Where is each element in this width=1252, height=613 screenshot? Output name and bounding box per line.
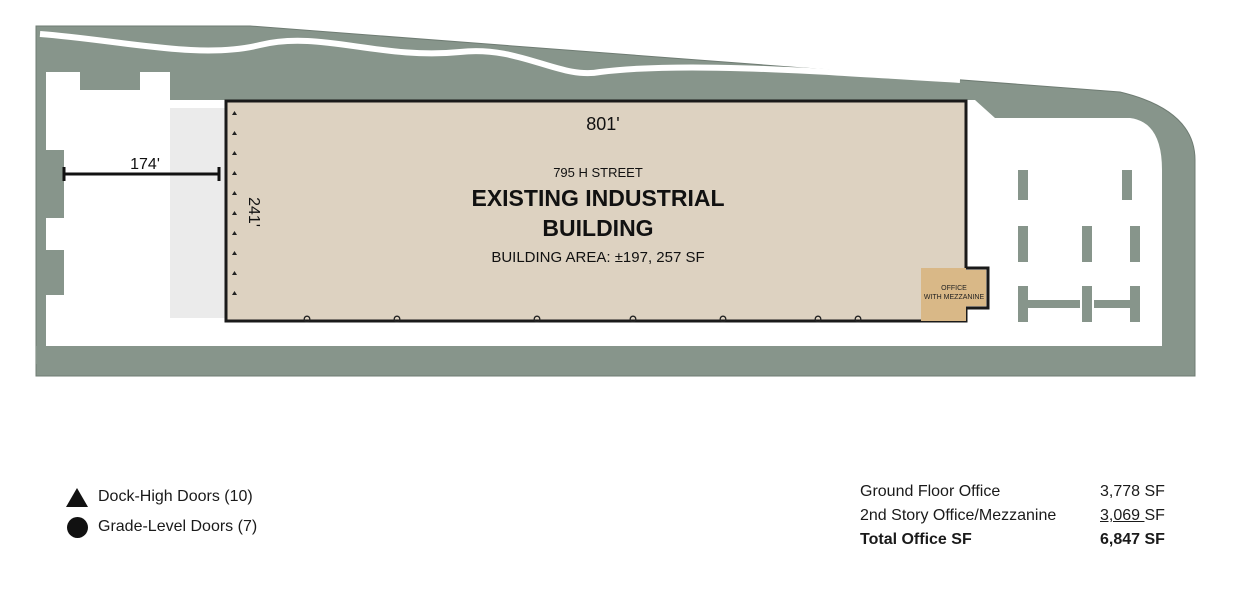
door-legend: Dock-High Doors (10) Grade-Level Doors (… (66, 482, 257, 542)
office-label-line1: OFFICE (941, 285, 967, 292)
building-title-line1: EXISTING INDUSTRIAL (471, 185, 724, 211)
table-row: 2nd Story Office/Mezzanine 3,069 SF (860, 504, 1165, 528)
office-label-line2: WITH MEZZANINE (924, 294, 985, 301)
site-plan: 174' 801' 241' 795 H STREET EXISTING IND… (35, 25, 1196, 377)
row-value: 3,069 SF (1100, 504, 1165, 528)
row-value-number: 3,069 (1100, 507, 1145, 524)
legend-item-grade-level: Grade-Level Doors (7) (66, 512, 257, 542)
row-label: 2nd Story Office/Mezzanine (860, 507, 1057, 524)
truck-apron (170, 108, 228, 318)
row-label: Total Office SF (860, 531, 972, 548)
building-area: BUILDING AREA: ±197, 257 SF (491, 249, 704, 266)
triangle-icon (66, 486, 88, 508)
row-value: 3,778 SF (1100, 483, 1165, 500)
table-row: Ground Floor Office 3,778 SF (860, 480, 1165, 504)
building-length-dimension: 801' (586, 114, 619, 134)
legend-item-dock-high: Dock-High Doors (10) (66, 482, 257, 512)
legend-label: Grade-Level Doors (7) (98, 518, 258, 535)
building-title-line2: BUILDING (542, 215, 653, 241)
table-row-total: Total Office SF 6,847 SF (860, 528, 1165, 552)
row-value: 6,847 SF (1100, 531, 1165, 548)
circle-icon (66, 516, 88, 538)
office-summary-table: Ground Floor Office 3,778 SF 2nd Story O… (860, 480, 1165, 552)
building-address: 795 H STREET (553, 165, 643, 180)
truck-court-dimension: 174' (130, 156, 160, 173)
building-footprint (224, 99, 990, 323)
row-label: Ground Floor Office (860, 483, 1001, 500)
row-value-unit: SF (1144, 507, 1165, 524)
building-depth-dimension: 241' (245, 197, 262, 227)
legend-label: Dock-High Doors (10) (98, 488, 253, 505)
